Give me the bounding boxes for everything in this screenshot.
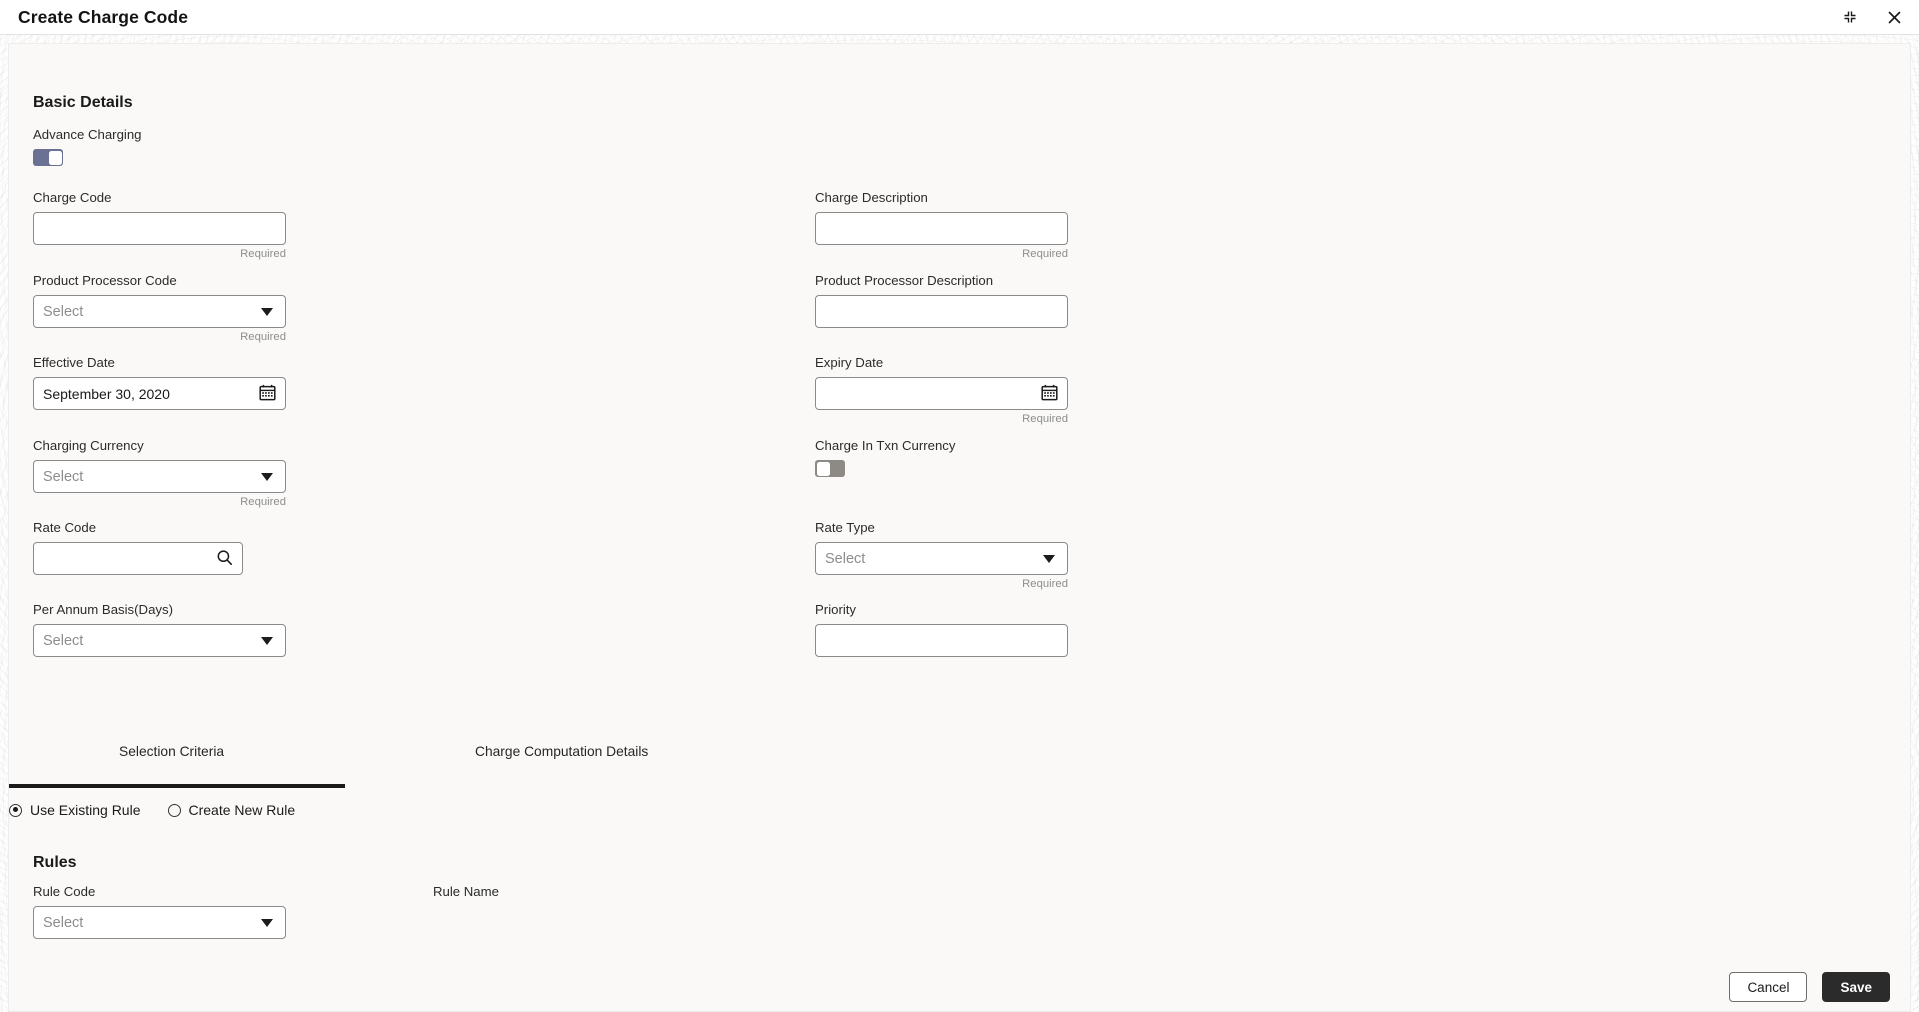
- close-icon[interactable]: [1883, 6, 1905, 28]
- field-charge-code: Charge Code Required: [33, 190, 286, 260]
- rate-type-select[interactable]: Select: [815, 542, 1068, 575]
- advance-charging-toggle[interactable]: [33, 149, 63, 166]
- charge-code-label: Charge Code: [33, 190, 112, 205]
- page-title: Create Charge Code: [18, 6, 189, 27]
- product-processor-description-label: Product Processor Description: [815, 273, 994, 288]
- window-titlebar: Create Charge Code: [0, 0, 1919, 35]
- radio-icon-selected: [9, 803, 22, 817]
- radio-icon-unselected: [167, 803, 181, 817]
- field-advance-charging: Advance Charging: [33, 127, 142, 166]
- field-rule-name: Rule Name: [433, 884, 499, 906]
- chevron-down-icon: [261, 472, 273, 481]
- charging-currency-select[interactable]: Select: [33, 460, 286, 493]
- field-product-processor-description: Product Processor Description: [815, 273, 1068, 328]
- radio-label-use-existing-rule: Use Existing Rule: [30, 802, 141, 818]
- field-product-processor-code: Product Processor Code Select Required: [33, 273, 286, 343]
- effective-date-input[interactable]: September 30, 2020: [33, 377, 286, 410]
- chevron-down-icon: [1043, 554, 1055, 563]
- expiry-date-helper: Required: [1022, 413, 1068, 425]
- charge-in-txn-currency-toggle[interactable]: [815, 460, 845, 477]
- calendar-icon[interactable]: [259, 384, 276, 404]
- field-rate-type: Rate Type Select Required: [815, 520, 1068, 590]
- tab-selection-criteria[interactable]: Selection Criteria: [119, 744, 224, 759]
- rules-heading: Rules: [33, 854, 77, 871]
- save-button[interactable]: Save: [1822, 972, 1890, 1002]
- chevron-down-icon: [261, 307, 273, 316]
- rate-type-label: Rate Type: [815, 520, 875, 535]
- radio-use-existing-rule[interactable]: Use Existing Rule: [9, 802, 141, 818]
- radio-label-create-new-rule: Create New Rule: [188, 802, 296, 818]
- effective-date-value: September 30, 2020: [43, 385, 170, 402]
- charging-currency-value: Select: [43, 468, 84, 485]
- toggle-knob: [48, 150, 62, 165]
- product-processor-code-label: Product Processor Code: [33, 273, 177, 288]
- basic-details-heading: Basic Details: [33, 94, 133, 111]
- charge-description-input[interactable]: [815, 212, 1068, 245]
- per-annum-basis-label: Per Annum Basis(Days): [33, 602, 173, 617]
- rule-code-select[interactable]: Select: [33, 906, 286, 939]
- dialog-footer: Cancel Save: [8, 963, 1911, 1012]
- tab-bar: Selection Criteria Charge Computation De…: [9, 744, 1912, 788]
- field-expiry-date: Expiry Date Required: [815, 355, 1068, 425]
- form-panel: Basic Details Advance Charging Charge Co…: [8, 43, 1911, 963]
- charge-in-txn-currency-label: Charge In Txn Currency: [815, 438, 956, 453]
- expiry-date-label: Expiry Date: [815, 355, 884, 370]
- calendar-icon[interactable]: [1041, 384, 1058, 404]
- radio-create-new-rule[interactable]: Create New Rule: [167, 802, 296, 818]
- per-annum-basis-value: Select: [43, 632, 84, 649]
- priority-input[interactable]: [815, 624, 1068, 657]
- rate-code-input[interactable]: [33, 542, 243, 575]
- rate-type-helper: Required: [1022, 578, 1068, 590]
- active-tab-indicator: [9, 784, 345, 788]
- rule-code-value: Select: [43, 914, 84, 931]
- priority-label: Priority: [815, 602, 857, 617]
- rule-name-label: Rule Name: [433, 884, 499, 899]
- advance-charging-label: Advance Charging: [33, 127, 142, 142]
- tab-charge-computation-details[interactable]: Charge Computation Details: [475, 744, 648, 759]
- field-rate-code: Rate Code: [33, 520, 243, 575]
- expiry-date-input[interactable]: [815, 377, 1068, 410]
- product-processor-code-helper: Required: [240, 331, 286, 343]
- window-controls: [1839, 6, 1905, 28]
- field-effective-date: Effective Date September 30, 2020: [33, 355, 286, 410]
- toggle-knob: [816, 461, 830, 476]
- search-icon[interactable]: [216, 549, 233, 569]
- dialog-body: Basic Details Advance Charging Charge Co…: [0, 35, 1919, 1012]
- charge-description-label: Charge Description: [815, 190, 928, 205]
- per-annum-basis-select[interactable]: Select: [33, 624, 286, 657]
- field-charge-description: Charge Description Required: [815, 190, 1068, 260]
- field-per-annum-basis: Per Annum Basis(Days) Select: [33, 602, 286, 657]
- charging-currency-helper: Required: [240, 496, 286, 508]
- field-priority: Priority: [815, 602, 1068, 657]
- charge-code-helper: Required: [240, 248, 286, 260]
- chevron-down-icon: [261, 918, 273, 927]
- product-processor-code-value: Select: [43, 303, 84, 320]
- effective-date-label: Effective Date: [33, 355, 115, 370]
- field-rule-code: Rule Code Select: [33, 884, 286, 939]
- product-processor-code-select[interactable]: Select: [33, 295, 286, 328]
- charge-code-input[interactable]: [33, 212, 286, 245]
- cancel-button[interactable]: Cancel: [1729, 972, 1808, 1002]
- rule-code-label: Rule Code: [33, 884, 96, 899]
- chevron-down-icon: [261, 636, 273, 645]
- rule-mode-radio-group: Use Existing Rule Create New Rule: [9, 794, 1912, 826]
- collapse-icon[interactable]: [1839, 6, 1861, 28]
- charging-currency-label: Charging Currency: [33, 438, 144, 453]
- field-charging-currency: Charging Currency Select Required: [33, 438, 286, 508]
- rate-code-label: Rate Code: [33, 520, 97, 535]
- field-charge-in-txn-currency: Charge In Txn Currency: [815, 438, 955, 477]
- product-processor-description-input[interactable]: [815, 295, 1068, 328]
- rate-type-value: Select: [825, 550, 866, 567]
- charge-description-helper: Required: [1022, 248, 1068, 260]
